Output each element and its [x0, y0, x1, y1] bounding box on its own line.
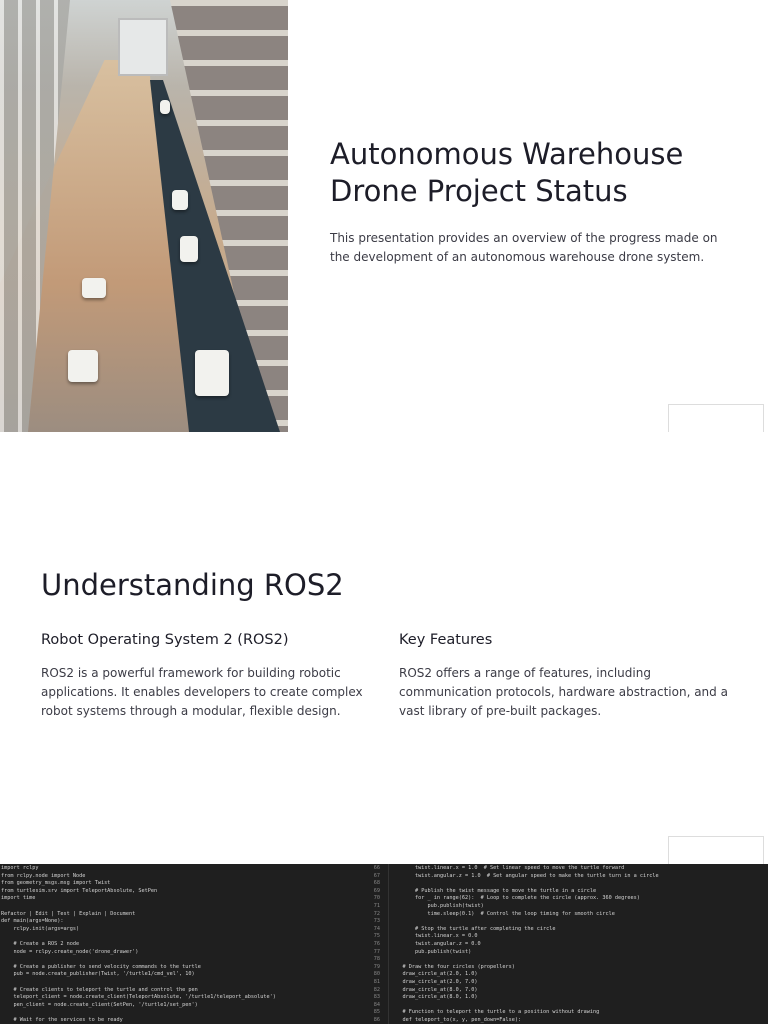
line-numbers: 66 67 68 69 70 71 72 73 74 75 76 77 78 7…	[373, 865, 380, 1023]
code-left-pane: import rclpy from rclpy.node import Node…	[1, 865, 276, 1023]
slide-badge[interactable]	[668, 404, 764, 432]
warehouse-image	[0, 0, 288, 432]
column-heading: Key Features	[399, 632, 493, 648]
section-title: Understanding ROS2	[41, 568, 344, 602]
column-ros2: Robot Operating System 2 (ROS2) ROS2 is …	[41, 632, 371, 721]
slide-subtitle: This presentation provides an overview o…	[330, 231, 718, 264]
slide-code-screenshot: import rclpy from rclpy.node import Node…	[0, 864, 768, 1024]
pane-divider	[388, 864, 389, 1024]
slide-title: Autonomous Warehouse Drone Project Statu…	[0, 0, 768, 432]
column-heading: Robot Operating System 2 (ROS2)	[41, 632, 289, 648]
slide-badge[interactable]	[668, 836, 764, 864]
code-right-pane: twist.linear.x = 1.0 # Set linear speed …	[402, 865, 659, 1023]
column-body: ROS2 offers a range of features, includi…	[399, 666, 728, 718]
slide-ros2: Understanding ROS2 Robot Operating Syste…	[0, 432, 768, 864]
slide-title-heading: Autonomous Warehouse Drone Project Statu…	[330, 137, 684, 208]
column-key-features: Key Features ROS2 offers a range of feat…	[399, 632, 729, 721]
column-body: ROS2 is a powerful framework for buildin…	[41, 666, 363, 718]
